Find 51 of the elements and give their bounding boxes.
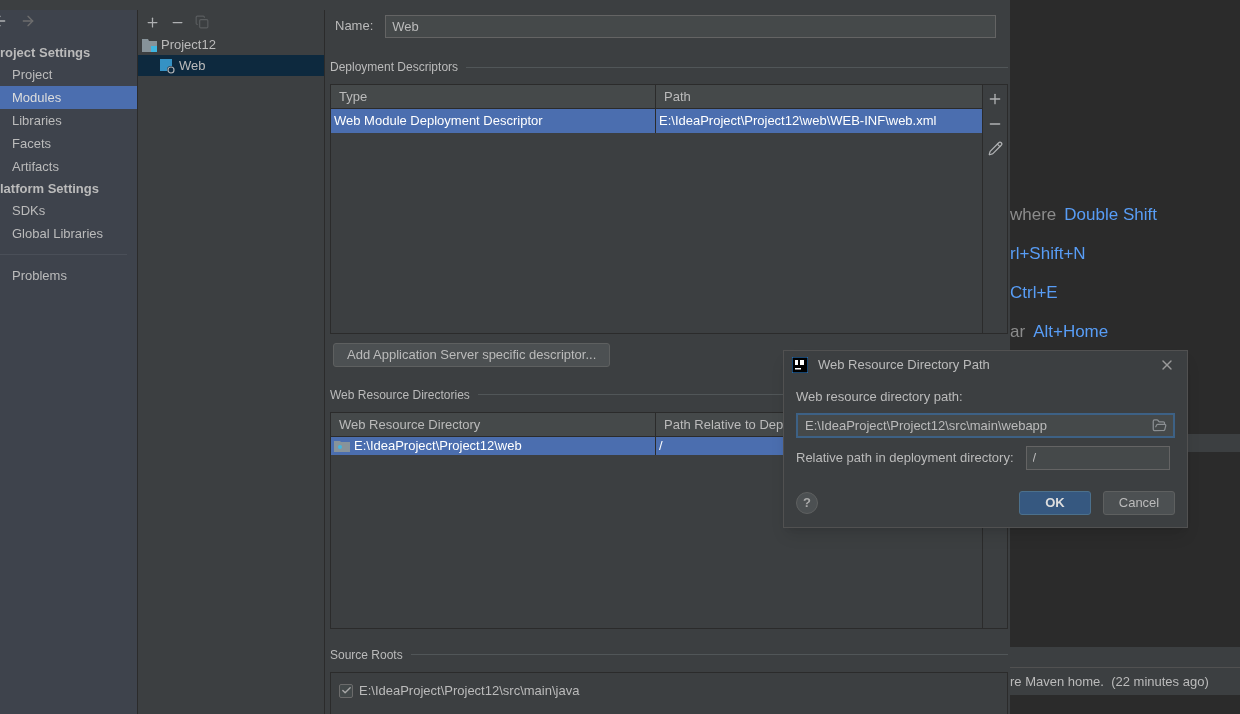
relative-path-field[interactable]: / (1025, 445, 1170, 470)
table-row[interactable]: Web Module Deployment Descriptor E:\IdeaProject\Project12\web\WEB-INF\web.xml (331, 109, 982, 133)
sidebar-section-title: latform Settings (0, 179, 100, 198)
table-cell-text: Web Module Deployment Descriptor (334, 112, 543, 131)
name-label: Name: (335, 17, 374, 36)
hint-action: where (1010, 203, 1057, 226)
section-title: Deployment Descriptors (330, 59, 459, 76)
shortcut-hint: rl+Shift+N (1010, 242, 1086, 265)
sidebar-item[interactable]: Global Libraries (0, 222, 137, 245)
source-root-label: E:\IdeaProject\Project12\src\main\java (359, 681, 580, 700)
sidebar-item[interactable]: Libraries (0, 109, 137, 132)
add-descriptor-button[interactable]: Add Application Server specific descriptor... (333, 342, 611, 367)
add-icon[interactable] (987, 91, 1003, 107)
table-cell-text: / (659, 437, 663, 455)
table-cell-text: E:\IdeaProject\Project12\web (354, 437, 522, 455)
hint-action: ar (1010, 320, 1026, 343)
name-field[interactable]: Web (385, 14, 997, 38)
sidebar-item[interactable]: SDKs (0, 199, 137, 222)
column-header[interactable]: Path (656, 85, 982, 108)
shortcut-hint: Alt+Home (1033, 320, 1109, 343)
sidebar-item[interactable]: Project (0, 63, 137, 86)
help-button[interactable]: ? (796, 491, 818, 514)
forward-arrow-icon[interactable] (20, 13, 36, 29)
cancel-button[interactable]: Cancel (1103, 490, 1175, 515)
column-header[interactable]: Type (331, 85, 656, 108)
path-field[interactable]: E:\IdeaProject\Project12\src\main\webapp (796, 412, 1175, 438)
sidebar-item[interactable]: Artifacts (0, 155, 137, 178)
shortcut-hint: Double Shift (1064, 203, 1157, 226)
sidebar-item[interactable]: Facets (0, 132, 137, 155)
sidebar-section-title: roject Settings (0, 43, 92, 62)
table-cell-text: E:\IdeaProject\Project12\web\WEB-INF\web.xml (659, 112, 937, 131)
tree-item[interactable]: Web (138, 55, 324, 76)
folder-icon (142, 37, 158, 52)
status-message: re Maven home. (22 minutes ago) (1010, 672, 1209, 691)
dialog-title: Web Resource Directory Path (818, 356, 991, 375)
shortcut-hint: Ctrl+E (1010, 281, 1058, 304)
app-logo-icon (792, 357, 808, 373)
browse-folder-icon[interactable] (1152, 417, 1167, 433)
edit-icon[interactable] (987, 141, 1003, 156)
section-title: Source Roots (330, 646, 403, 664)
tree-item[interactable]: Project12 (138, 34, 324, 55)
web-module-icon (160, 57, 176, 74)
sidebar-item[interactable]: Modules (0, 86, 137, 109)
sidebar-item[interactable]: Problems (0, 264, 137, 287)
ok-button[interactable]: OK (1019, 490, 1091, 515)
section-title: Web Resource Directories (330, 386, 470, 404)
folder-icon (334, 439, 350, 452)
path-label: Web resource directory path: (796, 388, 964, 406)
checkbox[interactable] (339, 683, 353, 698)
add-icon[interactable] (145, 14, 160, 30)
column-header[interactable]: Web Resource Directory (331, 412, 656, 436)
